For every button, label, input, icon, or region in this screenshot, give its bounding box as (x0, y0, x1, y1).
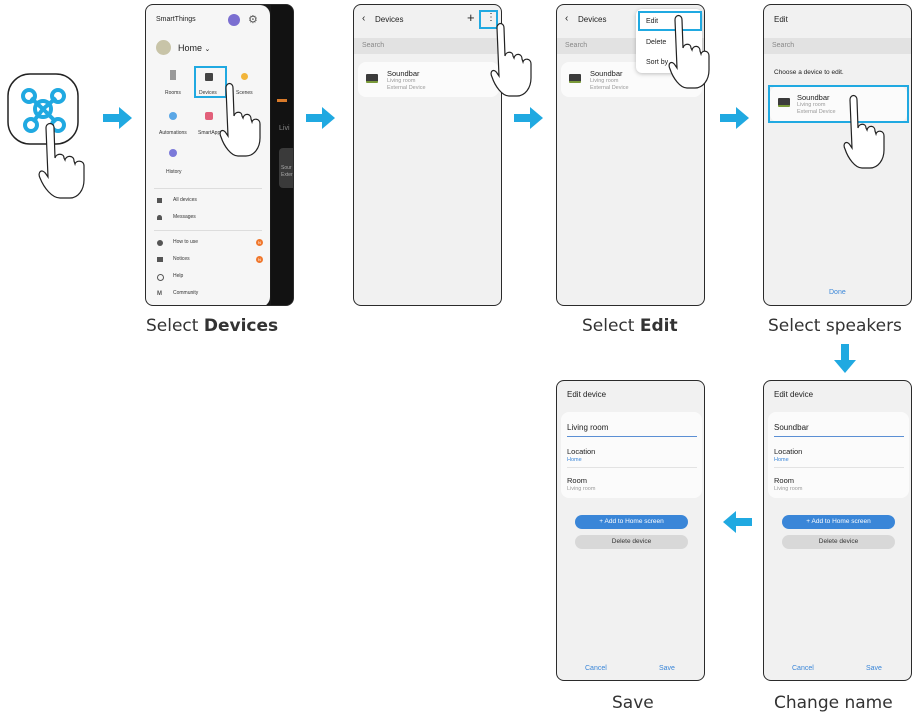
help-icon (157, 274, 164, 281)
phone-devices-screen: ‹ Devices + ⋮ Search Soundbar Living roo… (353, 4, 502, 306)
caption-step3: Select Edit (582, 316, 678, 336)
room-value: Living room (774, 486, 803, 492)
messages-icon (157, 215, 162, 220)
arrow-right-icon (103, 107, 132, 129)
menu-help[interactable]: Help (173, 273, 183, 279)
cancel-button[interactable]: Cancel (792, 665, 814, 672)
arrow-right-icon (514, 107, 543, 129)
save-button[interactable]: Save (659, 665, 675, 672)
cancel-button[interactable]: Cancel (585, 665, 607, 672)
tile-automations[interactable]: Automations (159, 130, 187, 136)
device-details-card: Living room Location Home Room Living ro… (561, 412, 702, 498)
new-badge: N (256, 256, 263, 263)
room-label[interactable]: Room (774, 476, 794, 485)
device-card[interactable]: Soundbar Living room External Device (358, 62, 499, 97)
menu-all-devices[interactable]: All devices (173, 197, 197, 203)
arrow-right-icon (720, 107, 749, 129)
location-label[interactable]: Location (567, 447, 595, 456)
name-field[interactable]: Living room (567, 423, 608, 432)
location-label[interactable]: Location (774, 447, 802, 456)
screen-title: Devices (375, 15, 404, 24)
community-icon: M (157, 291, 162, 297)
peek-text: Exter (281, 172, 293, 178)
arrow-left-icon (723, 511, 752, 533)
settings-gear-icon[interactable]: ⚙ (248, 14, 258, 26)
instruction-text: Choose a device to edit. (774, 69, 844, 76)
menu-delete[interactable]: Delete (646, 39, 666, 46)
soundbar-icon (366, 74, 378, 83)
tile-history[interactable]: History (166, 169, 182, 175)
automations-icon (169, 112, 177, 120)
divider (154, 188, 262, 189)
screen-title: Devices (578, 15, 607, 24)
chevron-down-icon: ⌄ (204, 46, 211, 53)
add-icon[interactable]: + (467, 10, 475, 25)
arrow-down-icon (834, 344, 856, 373)
search-input[interactable]: Search (354, 38, 501, 54)
tap-hand-icon (38, 122, 85, 199)
delete-device-button[interactable]: Delete device (782, 535, 895, 549)
device-type: External Device (590, 85, 629, 91)
device-type: External Device (387, 85, 426, 91)
screen-title: Edit (774, 15, 788, 24)
name-underline (567, 436, 697, 437)
tap-hand-icon (219, 82, 261, 157)
divider (774, 467, 904, 468)
tap-hand-icon (843, 94, 885, 169)
name-field[interactable]: Soundbar (774, 423, 809, 432)
new-badge: N (256, 239, 263, 246)
device-details-card: Soundbar Location Home Room Living room (768, 412, 909, 498)
caption-step1: Select Devices (146, 316, 279, 336)
arrow-right-icon (306, 107, 335, 129)
history-icon (169, 149, 177, 157)
search-input[interactable]: Search (764, 38, 911, 54)
delete-device-button[interactable]: Delete device (575, 535, 688, 549)
back-arrow-icon[interactable]: ‹ (362, 13, 365, 24)
phone-edit-device-screen-a: Edit device Soundbar Location Home Room … (763, 380, 912, 681)
caption-step5: Change name (774, 693, 893, 713)
scenes-icon (241, 73, 248, 80)
back-arrow-icon[interactable]: ‹ (565, 13, 568, 24)
device-name: Soundbar (590, 69, 623, 78)
soundbar-icon (569, 74, 581, 83)
location-value: Home (567, 457, 582, 463)
done-button[interactable]: Done (829, 289, 846, 296)
tap-hand-icon (490, 22, 532, 97)
menu-notices[interactable]: Notices (173, 256, 190, 262)
phone-edit-device-screen-b: Edit device Living room Location Home Ro… (556, 380, 705, 681)
menu-community[interactable]: Community (173, 290, 198, 296)
caption-step4: Select speakers (768, 316, 902, 336)
device-name: Soundbar (387, 69, 420, 78)
screen-title: Edit device (567, 390, 607, 399)
name-underline (774, 436, 904, 437)
tile-rooms[interactable]: Rooms (165, 90, 181, 96)
all-devices-icon (157, 198, 162, 203)
profile-avatar-icon[interactable] (228, 14, 240, 26)
menu-messages[interactable]: Messages (173, 214, 196, 220)
add-to-home-button[interactable]: + Add to Home screen (782, 515, 895, 529)
room-label[interactable]: Room (567, 476, 587, 485)
how-to-use-icon (157, 240, 163, 246)
notices-icon (157, 257, 163, 262)
device-room: Living room (387, 78, 416, 84)
caption-step6: Save (612, 693, 654, 713)
location-value: Home (774, 457, 789, 463)
rooms-icon (170, 70, 176, 80)
tap-hand-icon (668, 14, 710, 89)
location-avatar (156, 40, 171, 55)
location-selector[interactable]: Home ⌄ (178, 43, 210, 53)
divider (154, 230, 262, 231)
save-button[interactable]: Save (866, 665, 882, 672)
peek-text: Livi (279, 125, 290, 132)
peek-text: Sour (281, 165, 292, 171)
add-to-home-button[interactable]: + Add to Home screen (575, 515, 688, 529)
menu-how-to-use[interactable]: How to use (173, 239, 198, 245)
screen-title: Edit device (774, 390, 814, 399)
room-value: Living room (567, 486, 596, 492)
peek-content: Livi Sour Exter (271, 5, 293, 305)
device-room: Living room (590, 78, 619, 84)
app-title: SmartThings (156, 16, 196, 23)
divider (567, 467, 697, 468)
smartapps-icon (205, 112, 213, 120)
